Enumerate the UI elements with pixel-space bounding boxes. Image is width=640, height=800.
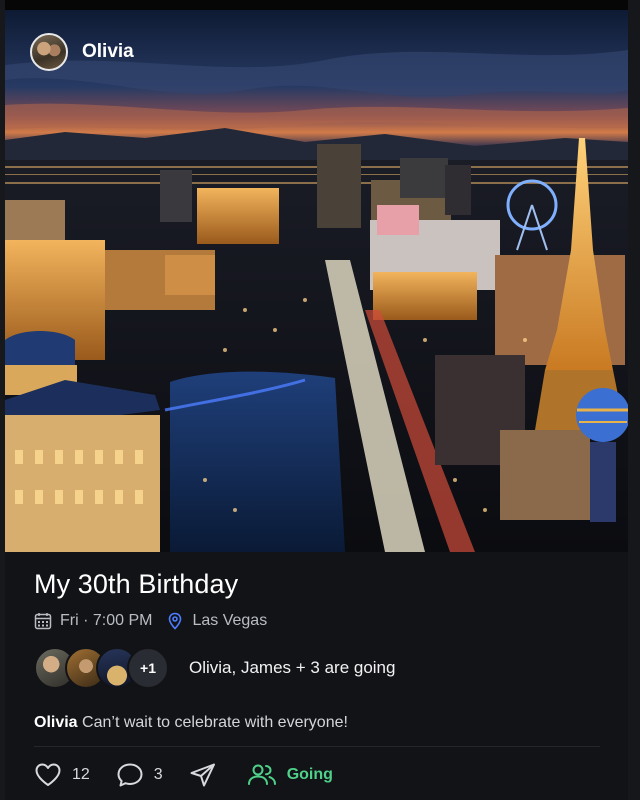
post-author[interactable]: Olivia	[30, 33, 134, 71]
send-icon	[190, 763, 215, 787]
location-pin-icon	[169, 612, 182, 630]
event-location[interactable]: Las Vegas	[192, 612, 267, 630]
screen: Olivia My 30th Birthday Fri · 7:00 PM La…	[0, 0, 640, 800]
comment-count: 3	[153, 766, 163, 783]
status-bar	[0, 0, 640, 10]
attendees-row[interactable]: +1 Olivia, James + 3 are going	[34, 647, 395, 689]
rsvp-going-button[interactable]: Going	[247, 763, 333, 787]
people-icon	[247, 764, 276, 785]
action-bar: 12 3 Going	[34, 762, 333, 788]
heart-icon	[35, 763, 61, 786]
like-button[interactable]: 12	[34, 762, 90, 788]
share-button[interactable]	[189, 762, 217, 788]
comment-preview[interactable]: Olivia Can’t wait to celebrate with ever…	[34, 714, 348, 732]
event-title: My 30th Birthday	[34, 569, 239, 599]
comment-button[interactable]: 3	[116, 762, 163, 788]
event-meta: Fri · 7:00 PM Las Vegas	[34, 612, 267, 630]
rsvp-label: Going	[286, 766, 333, 783]
comment-text: Can’t wait to celebrate with everyone!	[82, 714, 348, 731]
author-avatar[interactable]	[30, 33, 68, 71]
like-count: 12	[72, 766, 90, 783]
more-attendees-badge[interactable]: +1	[127, 647, 169, 689]
author-name[interactable]: Olivia	[82, 41, 134, 63]
divider	[34, 746, 600, 747]
calendar-icon	[34, 613, 52, 630]
event-cover-photo[interactable]	[5, 10, 628, 552]
comment-icon	[117, 763, 143, 787]
right-edge	[628, 0, 640, 800]
event-post-card[interactable]: Olivia My 30th Birthday Fri · 7:00 PM La…	[5, 10, 628, 800]
attendees-summary[interactable]: Olivia, James + 3 are going	[189, 658, 395, 678]
comment-author[interactable]: Olivia	[34, 714, 78, 731]
event-time: Fri · 7:00 PM	[60, 612, 153, 629]
